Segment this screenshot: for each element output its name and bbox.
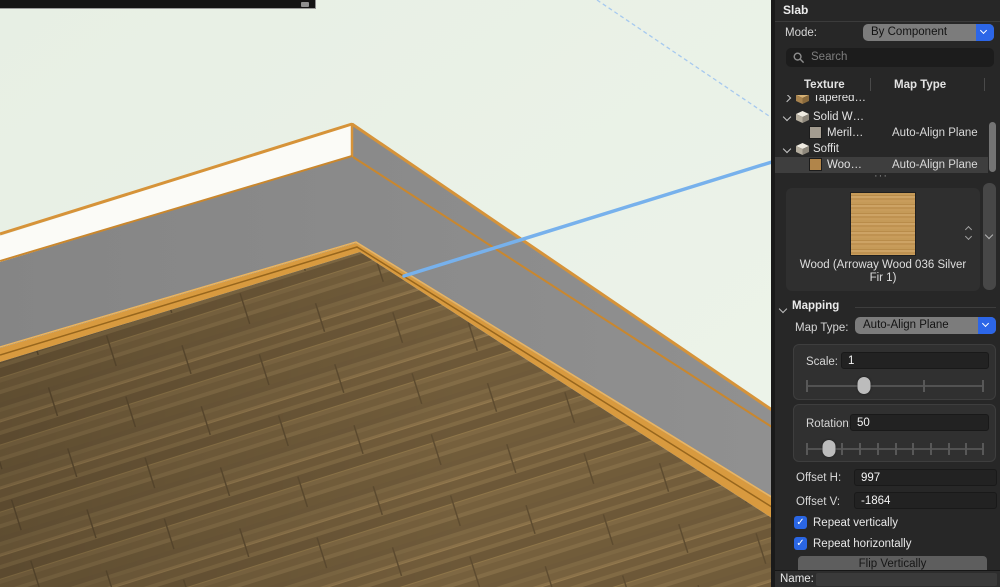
search-icon <box>793 52 805 64</box>
scale-slider[interactable] <box>804 376 985 396</box>
scale-label: Scale: <box>806 356 838 368</box>
rotation-slider-thumb[interactable] <box>823 440 836 457</box>
texture-preview-swatch[interactable] <box>850 192 916 256</box>
repeat-vertically-label: Repeat vertically <box>813 517 898 529</box>
offset-h-label: Offset H: <box>796 472 841 484</box>
texture-preview-card[interactable]: Wood (Arroway Wood 036 Silver Fir 1) <box>786 188 980 291</box>
list-scrollbar[interactable] <box>989 122 996 172</box>
repeat-horizontally-checkbox[interactable] <box>794 537 807 550</box>
repeat-vertically-checkbox[interactable] <box>794 516 807 529</box>
app-window: Slab Mode: By Component Search Texture M… <box>0 0 1000 587</box>
slider-track <box>806 385 983 387</box>
search-input[interactable]: Search <box>786 48 994 67</box>
map-type-dropdown[interactable]: Auto-Align Plane <box>855 317 996 334</box>
mapping-section-title: Mapping <box>792 300 839 312</box>
list-item-soffit[interactable]: Soffit <box>775 141 988 157</box>
map-type-dropdown-value: Auto-Align Plane <box>863 317 949 334</box>
rotation-label: Rotation: <box>806 418 852 430</box>
name-input[interactable] <box>816 573 997 586</box>
texture-stepper[interactable] <box>966 225 976 241</box>
list-item-label: Meril… <box>827 125 863 141</box>
mapping-section-rule <box>855 307 996 308</box>
disclosure-collapsed-icon[interactable] <box>783 95 791 102</box>
3d-viewport[interactable] <box>0 0 775 587</box>
offset-v-input[interactable] <box>854 492 997 509</box>
scale-slider-thumb[interactable] <box>857 377 870 394</box>
rotation-slider[interactable] <box>804 439 985 459</box>
offset-h-input[interactable] <box>854 469 997 486</box>
list-resize-handle[interactable]: ··· <box>775 170 987 182</box>
texture-swatch <box>809 126 822 139</box>
list-item-meril[interactable]: Meril… Auto-Align Plane <box>775 125 988 141</box>
map-type-label: Map Type: <box>795 322 849 334</box>
mapping-disclosure[interactable] <box>780 303 786 315</box>
panel-title-separator <box>775 21 1000 22</box>
mode-dropdown-button[interactable] <box>976 24 994 41</box>
rotation-input[interactable] <box>850 414 989 431</box>
disclosure-expanded-icon[interactable] <box>783 113 791 121</box>
component-cube-icon <box>796 111 809 123</box>
column-header-texture[interactable]: Texture <box>804 79 845 91</box>
offset-v-label: Offset V: <box>796 496 840 508</box>
mode-dropdown[interactable]: By Component <box>863 24 994 41</box>
column-header-map-type[interactable]: Map Type <box>894 79 946 91</box>
name-label: Name: <box>780 573 814 585</box>
disclosure-expanded-icon[interactable] <box>783 145 791 153</box>
rotation-group: Rotation: <box>793 404 996 462</box>
window-icon <box>301 2 309 7</box>
component-cube-icon <box>796 95 809 104</box>
list-item-map-type: Auto-Align Plane <box>892 125 978 141</box>
texture-list: Tapered… Solid W… Meril… Auto-Align Plan… <box>775 95 1000 174</box>
disclosure-expanded-icon <box>779 305 787 313</box>
chevron-down-icon <box>980 27 987 34</box>
search-placeholder: Search <box>811 48 847 67</box>
list-item-solid-w[interactable]: Solid W… <box>775 109 988 125</box>
mode-dropdown-value: By Component <box>871 24 947 41</box>
column-divider[interactable] <box>984 78 985 91</box>
column-divider[interactable] <box>870 78 871 91</box>
list-item-label: Soffit <box>813 141 839 157</box>
list-item-label: Tapered… <box>813 95 866 106</box>
viewport-canvas[interactable] <box>0 0 775 587</box>
list-item-label: Solid W… <box>813 109 864 125</box>
stepper-down-icon[interactable] <box>965 233 972 240</box>
repeat-horizontally-label: Repeat horizontally <box>813 538 911 550</box>
chevron-down-icon <box>982 320 989 327</box>
panel-title: Slab <box>783 3 808 17</box>
mode-label: Mode: <box>785 27 817 39</box>
name-bar: Name: <box>775 570 1000 587</box>
component-cube-icon <box>796 143 809 155</box>
list-item-tapered[interactable]: Tapered… <box>775 95 988 106</box>
slab-inspector-panel: Slab Mode: By Component Search Texture M… <box>775 0 1000 587</box>
chevron-down-icon <box>985 231 993 239</box>
scale-group: Scale: <box>793 344 996 400</box>
floating-toolbar-fragment[interactable] <box>0 0 316 9</box>
texture-preview-caption: Wood (Arroway Wood 036 Silver Fir 1) <box>794 259 972 285</box>
scale-input[interactable] <box>841 352 989 369</box>
map-type-dropdown-button[interactable] <box>978 317 996 334</box>
panel-scrollbar[interactable] <box>983 183 996 290</box>
